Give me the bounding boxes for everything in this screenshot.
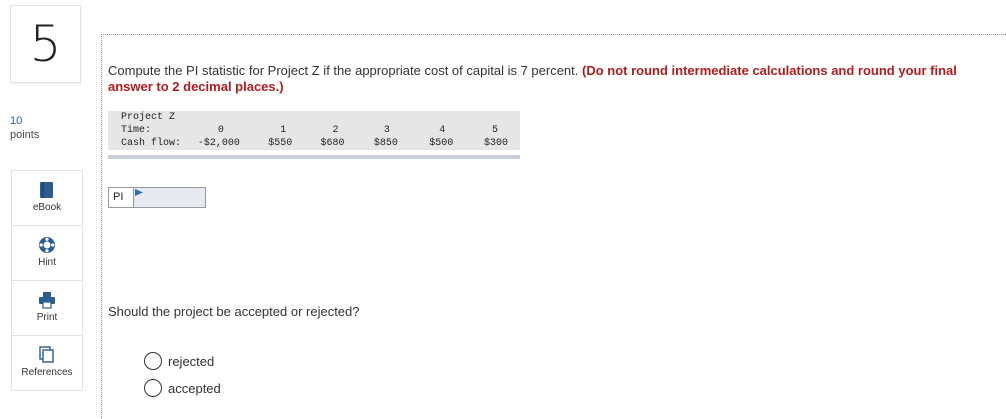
print-button[interactable]: Print [12, 281, 82, 336]
time-5: 5 [491, 125, 498, 136]
option-accepted[interactable]: accepted [144, 379, 221, 397]
references-icon [39, 346, 54, 363]
table-divider [108, 155, 520, 159]
question-prompt: Compute the PI statistic for Project Z i… [108, 63, 582, 78]
hint-button[interactable]: Hint [12, 226, 82, 281]
time-1: 1 [280, 125, 287, 136]
ebook-label: eBook [32, 202, 62, 213]
flag-icon [135, 189, 143, 196]
option-accepted-label: accepted [168, 380, 221, 396]
time-2: 2 [332, 125, 339, 136]
print-label: Print [36, 312, 58, 323]
tools-panel: eBook Hint Print References [11, 170, 83, 391]
table-title: Project Z [121, 112, 176, 123]
points-value: 10 [10, 115, 23, 127]
hint-label: Hint [38, 257, 56, 268]
time-4: 4 [439, 125, 446, 136]
cash-flow-4: $500 [429, 138, 454, 149]
accept-reject-question: Should the project be accepted or reject… [108, 304, 360, 319]
cash-flow-table: Project Z Time: 0 1 2 3 4 5 Cash flow: -… [108, 111, 520, 159]
pi-input[interactable] [134, 187, 206, 208]
cash-flow-3: $850 [373, 138, 398, 149]
printer-icon [39, 292, 55, 309]
question-number-box: 5 [10, 5, 81, 83]
time-label: Time: [121, 125, 152, 136]
option-rejected[interactable]: rejected [144, 352, 214, 370]
question-text: Compute the PI statistic for Project Z i… [108, 63, 968, 95]
table-row-cash-flow: Cash flow: -$2,000 $550 $680 $850 $500 $… [108, 137, 520, 150]
cash-flow-0: -$2,000 [197, 138, 240, 149]
cash-flow-2: $680 [320, 138, 345, 149]
cash-flow-label: Cash flow: [121, 138, 182, 149]
references-button[interactable]: References [12, 336, 82, 391]
references-label: References [21, 367, 73, 378]
table-row-time: Time: 0 1 2 3 4 5 [108, 124, 520, 137]
pi-answer-row: PI [108, 187, 206, 208]
pi-label: PI [108, 187, 134, 208]
option-rejected-label: rejected [168, 353, 215, 369]
table-title-row: Project Z [108, 111, 520, 124]
time-0: 0 [217, 125, 224, 136]
ebook-button[interactable]: eBook [12, 171, 82, 226]
points-label: points [10, 129, 40, 141]
time-3: 3 [383, 125, 390, 136]
cash-flow-1: $550 [268, 138, 293, 149]
lifebuoy-icon [39, 237, 55, 253]
radio-accepted[interactable] [144, 379, 162, 397]
radio-rejected[interactable] [144, 352, 162, 370]
book-icon [40, 182, 53, 198]
cash-flow-5: $300 [483, 138, 508, 149]
question-number: 5 [29, 15, 62, 73]
